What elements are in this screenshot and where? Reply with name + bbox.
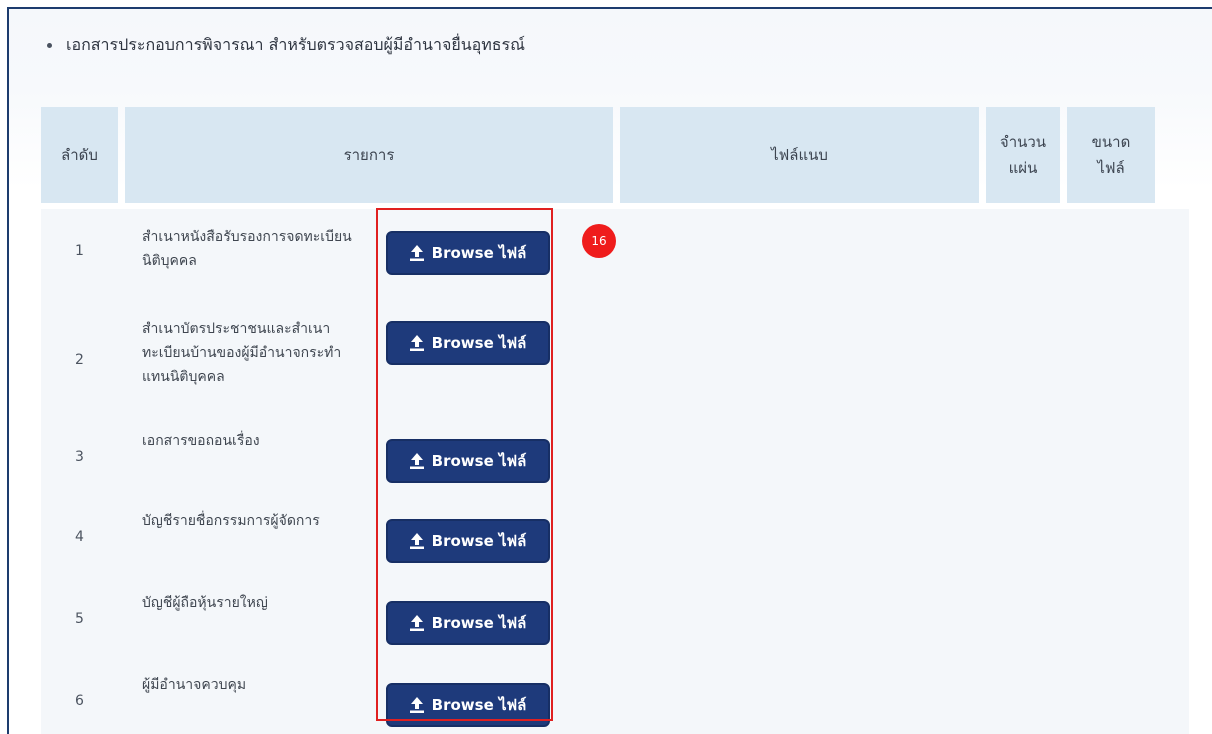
- header-page-count-line2: แผ่น: [1008, 159, 1038, 177]
- row-number: 6: [75, 693, 84, 709]
- section-heading: เอกสารประกอบการพิจารณา สำหรับตรวจสอบผู้ม…: [47, 33, 525, 58]
- table-header: ลำดับ รายการ ไฟล์แนบ จำนวน แผ่น ขนาด ไฟล…: [41, 107, 1189, 203]
- row-number: 3: [75, 449, 84, 465]
- step-badge: 16: [582, 224, 616, 258]
- row-number: 1: [75, 243, 84, 259]
- header-file-size-line1: ขนาด: [1091, 133, 1131, 151]
- row-number: 5: [75, 611, 84, 627]
- header-file-size: ขนาด ไฟล์: [1067, 107, 1155, 203]
- header-page-count: จำนวน แผ่น: [986, 107, 1060, 203]
- row-label: บัญชีรายชื่อกรรมการผู้จัดการ: [142, 513, 320, 529]
- row-label: ผู้มีอำนาจควบคุม: [142, 677, 247, 693]
- header-order: ลำดับ: [41, 107, 118, 203]
- table-body: 1 สำเนาหนังสือรับรองการจดทะเบียนนิติบุคค…: [41, 209, 1189, 734]
- bullet-icon: [47, 43, 52, 48]
- page-frame: เอกสารประกอบการพิจารณา สำหรับตรวจสอบผู้ม…: [7, 7, 1212, 734]
- row-number: 2: [75, 352, 84, 368]
- header-page-count-line1: จำนวน: [999, 133, 1047, 151]
- row-label: สำเนาบัตรประชาชนและสำเนาทะเบียนบ้านของผู…: [142, 321, 342, 385]
- header-item: รายการ: [125, 107, 613, 203]
- row-number: 4: [75, 529, 84, 545]
- header-file: ไฟล์แนบ: [620, 107, 979, 203]
- row-label: เอกสารขอถอนเรื่อง: [142, 433, 260, 449]
- row-label: บัญชีผู้ถือหุ้นรายใหญ่: [142, 595, 268, 611]
- section-heading-text: เอกสารประกอบการพิจารณา สำหรับตรวจสอบผู้ม…: [66, 35, 525, 54]
- row-label: สำเนาหนังสือรับรองการจดทะเบียนนิติบุคคล: [142, 229, 352, 269]
- documents-table: ลำดับ รายการ ไฟล์แนบ จำนวน แผ่น ขนาด ไฟล…: [41, 107, 1189, 734]
- header-file-size-line2: ไฟล์: [1097, 159, 1125, 177]
- highlight-box: [376, 208, 553, 721]
